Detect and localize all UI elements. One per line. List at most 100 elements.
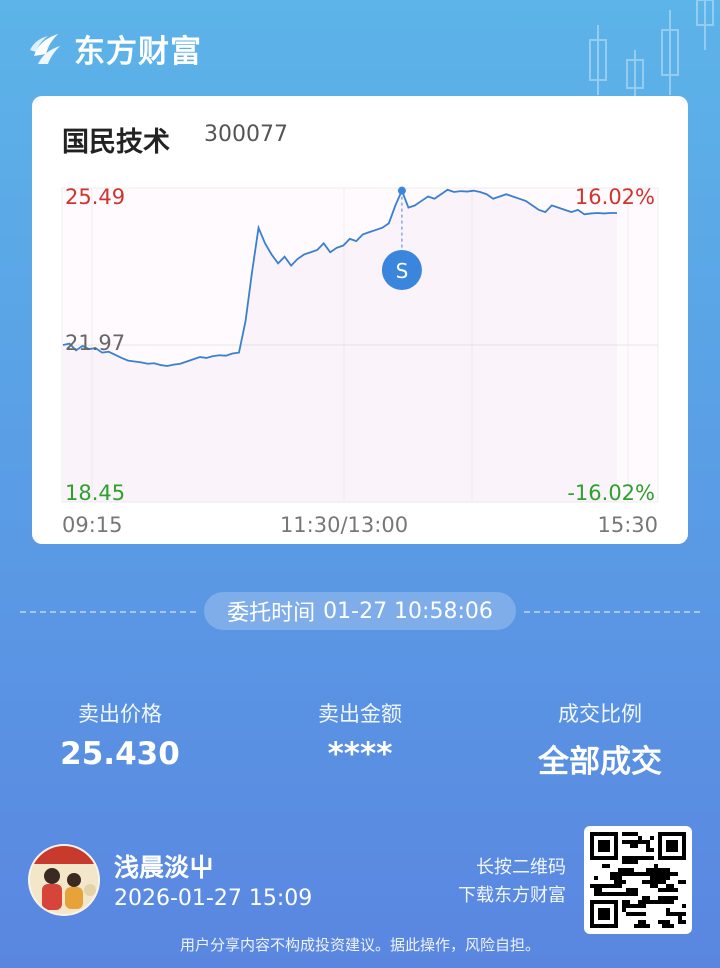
qr-module [662, 872, 666, 876]
qr-module [618, 876, 622, 880]
qr-module [634, 860, 638, 864]
qr-module [642, 840, 646, 844]
qr-module [638, 912, 642, 916]
qr-module [614, 832, 618, 860]
qr-module [638, 840, 642, 844]
dashed-divider-left [20, 611, 196, 613]
qr-module [630, 860, 634, 864]
qr-module [654, 872, 658, 876]
qr-module [650, 848, 654, 852]
qr-module [642, 912, 646, 916]
qr-module [638, 924, 642, 928]
qr-code[interactable] [584, 826, 692, 934]
qr-module [626, 888, 630, 892]
qr-module [610, 884, 614, 888]
stat-label: 卖出金额 [318, 702, 402, 726]
qr-module [610, 872, 614, 876]
qr-module [666, 924, 670, 928]
qr-module [642, 900, 646, 904]
qr-module [590, 832, 618, 836]
qr-module [626, 904, 630, 908]
qr-module [670, 884, 674, 888]
qr-module [638, 872, 642, 876]
y-tick-label-right: 16.02% [575, 185, 655, 209]
qr-module [634, 856, 638, 860]
qr-module [666, 884, 670, 888]
brand-name: 东方财富 [74, 34, 202, 70]
qr-module [666, 840, 678, 852]
x-tick-label: 09:15 [62, 513, 123, 537]
qr-module [634, 840, 638, 844]
qr-module [594, 884, 598, 888]
qr-module [678, 916, 682, 920]
qr-module [650, 836, 654, 840]
order-time-row: 委托时间 01-27 10:58:06 [20, 592, 700, 632]
qr-module [614, 880, 618, 884]
stat-value: **** [327, 736, 393, 772]
qr-module [662, 920, 666, 924]
qr-hint-line2: 下载东方财富 [458, 885, 566, 906]
stat-sell-amount: 卖出金额 **** [240, 698, 480, 772]
qr-module [590, 884, 594, 888]
qr-module [622, 892, 626, 896]
stat-value: 全部成交 [538, 744, 662, 780]
qr-module [630, 904, 634, 908]
qr-module [598, 892, 602, 896]
qr-module [650, 856, 654, 860]
qr-module [658, 876, 662, 880]
qr-module [646, 900, 650, 904]
candlestick-decoration [589, 0, 714, 100]
qr-module [630, 840, 634, 844]
qr-module [618, 884, 622, 888]
qr-module [666, 896, 670, 900]
qr-module [630, 868, 634, 872]
qr-module [670, 924, 674, 928]
qr-module [626, 912, 630, 916]
qr-module [638, 920, 642, 924]
qr-module [634, 832, 638, 836]
qr-module [626, 868, 630, 872]
intraday-chart: S 25.49 21.97 18.45 16.02% -16.02% 09:15 11:30/… [61, 185, 659, 537]
qr-module [658, 896, 662, 900]
qr-module [682, 904, 686, 908]
qr-module [634, 888, 638, 892]
qr-module [606, 884, 610, 888]
qr-module [682, 920, 686, 924]
qr-module [626, 856, 630, 860]
qr-hint-line1: 长按二维码 [476, 857, 566, 878]
y-tick-label-right: -16.02% [567, 481, 655, 505]
qr-module [658, 832, 662, 860]
stat-fill-ratio: 成交比例 全部成交 [480, 698, 720, 781]
qr-module [594, 876, 598, 880]
qr-module [594, 892, 598, 896]
qr-module [642, 880, 646, 884]
qr-module [614, 872, 618, 876]
qr-module [590, 832, 594, 860]
qr-hint: 长按二维码 下载东方财富 [440, 854, 566, 910]
qr-module [650, 900, 654, 904]
qr-module [650, 872, 654, 876]
order-time-label: 委托时间 [227, 601, 316, 626]
order-time-pill: 委托时间 01-27 10:58:06 [204, 592, 516, 630]
qr-module [646, 868, 650, 872]
qr-module [670, 888, 674, 892]
qr-module [674, 912, 678, 916]
qr-module [610, 892, 614, 896]
qr-module [654, 864, 658, 868]
qr-module [662, 896, 666, 900]
qr-module [674, 896, 678, 900]
dashed-divider-right [524, 611, 700, 613]
stat-value: 25.430 [60, 736, 180, 772]
qr-module [594, 888, 598, 892]
y-tick-label-left: 21.97 [65, 331, 125, 355]
qr-module [646, 924, 650, 928]
y-tick-label-left: 18.45 [65, 481, 125, 505]
qr-module [670, 896, 674, 900]
qr-module [618, 892, 622, 896]
qr-module [662, 868, 666, 872]
avatar[interactable] [28, 844, 100, 916]
qr-module [642, 872, 646, 876]
qr-module [642, 920, 646, 924]
qr-module [622, 860, 626, 864]
qr-module [598, 840, 610, 852]
